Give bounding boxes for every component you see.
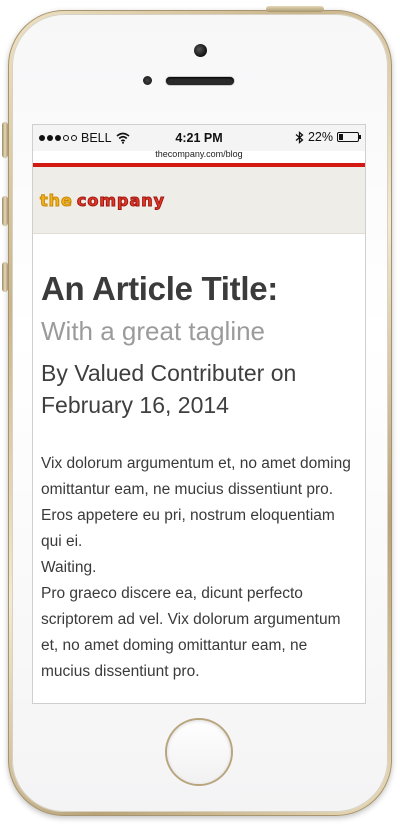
company-logo[interactable]: the company	[40, 189, 165, 211]
earpiece-speaker	[166, 77, 234, 85]
article-tagline: With a great tagline	[41, 316, 266, 346]
logo-company: company	[76, 190, 166, 210]
article-paragraph: Pro graeco discere ea, dicunt perfecto s…	[41, 585, 341, 680]
volume-up-button	[2, 196, 8, 226]
article-body: Vix dolorum argumentum et, no amet domin…	[41, 451, 357, 685]
address-bar[interactable]: thecompany.com/blog	[33, 149, 365, 159]
camera-icon	[194, 44, 207, 57]
battery-fill	[339, 134, 343, 140]
proximity-sensor	[143, 76, 152, 85]
bluetooth-icon	[295, 130, 304, 144]
article-title: An Article Title:	[41, 270, 278, 307]
mute-switch	[2, 122, 8, 158]
status-right: 22%	[295, 130, 361, 144]
article-paragraph: Vix dolorum argumentum et, no amet domin…	[41, 455, 351, 550]
article-paragraph: Waiting.	[41, 559, 97, 576]
logo-the: the	[40, 190, 73, 210]
article-byline: By Valued Contributer on February 16, 20…	[41, 360, 297, 418]
volume-down-button	[2, 262, 8, 292]
home-button[interactable]	[167, 720, 231, 784]
site-header: the company	[33, 167, 365, 234]
status-bar: BELL 4:21 PM 22% thecompany.com/blog	[33, 125, 365, 159]
power-button	[266, 6, 324, 12]
phone-screen: BELL 4:21 PM 22% thecompany.com/blog the…	[33, 125, 365, 703]
article: An Article Title: With a great tagline B…	[33, 270, 365, 685]
battery-icon	[337, 132, 361, 142]
battery-percent: 22%	[307, 130, 333, 144]
